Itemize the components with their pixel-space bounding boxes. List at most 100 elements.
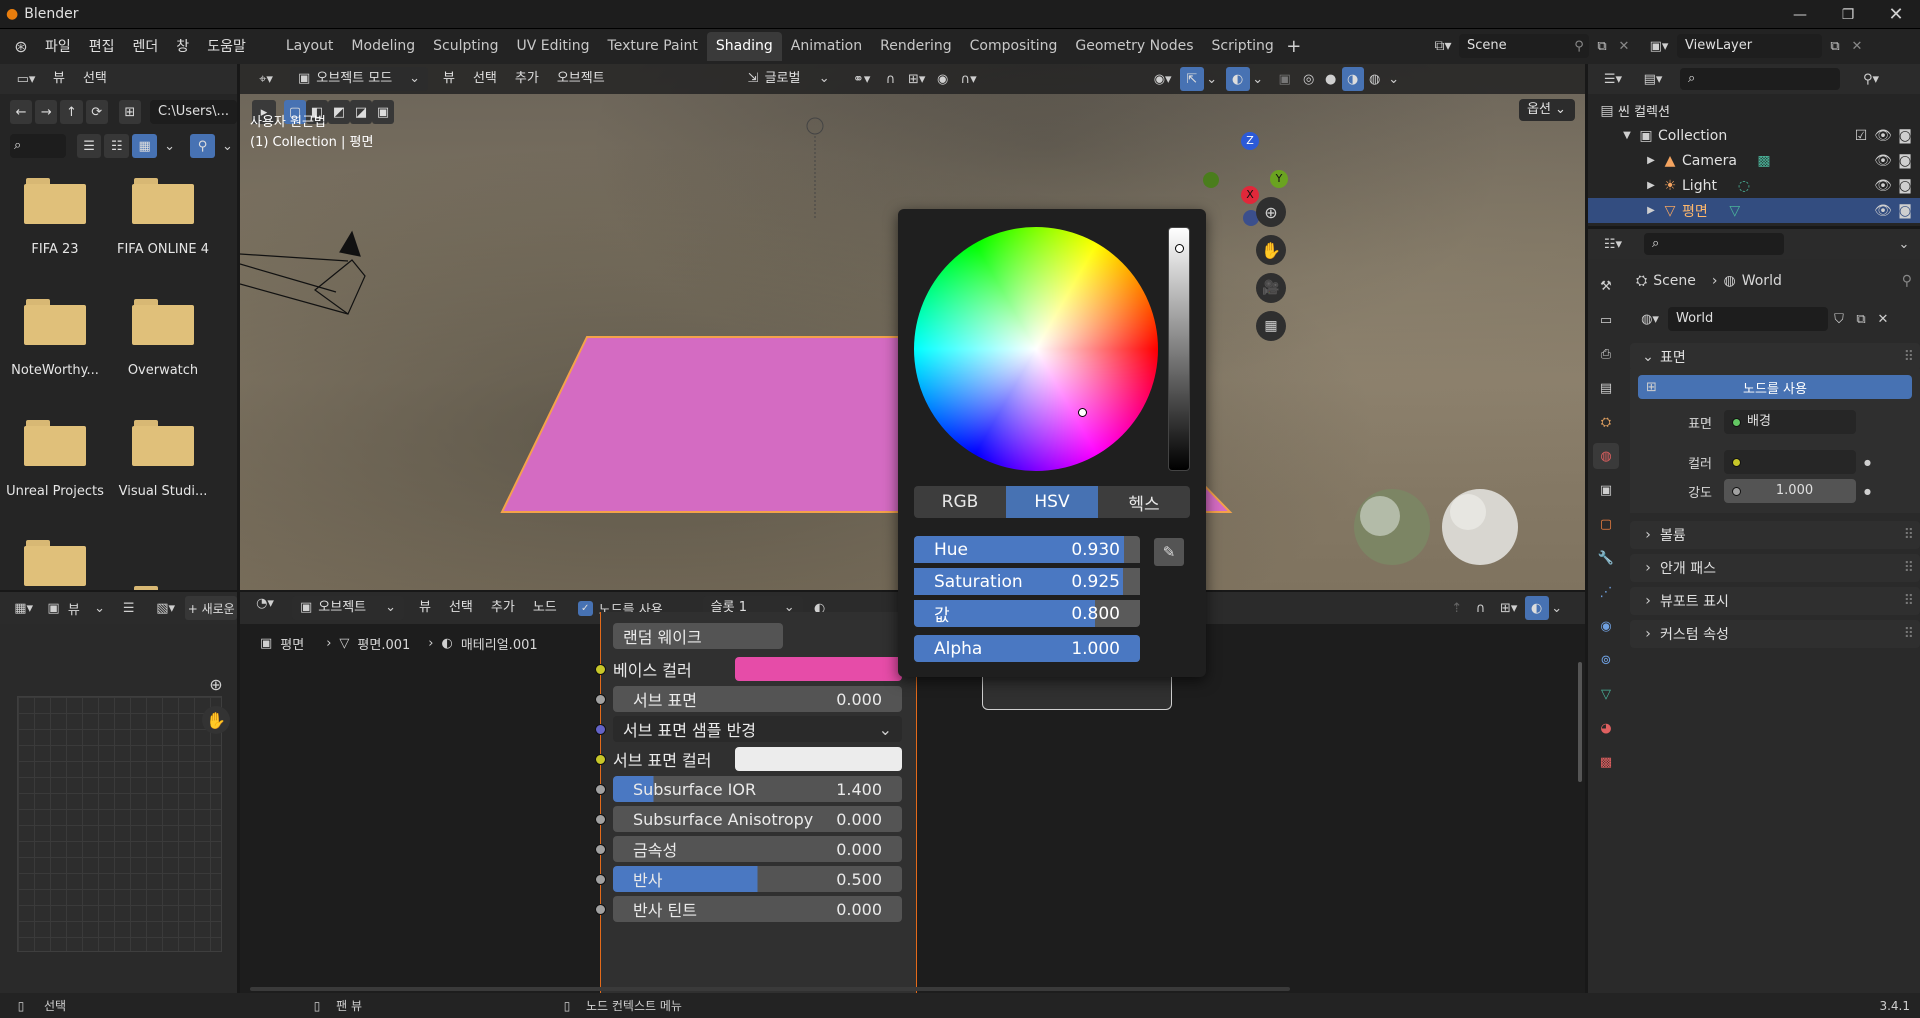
- color-wheel-cursor[interactable]: [1078, 408, 1087, 417]
- new-folder-icon[interactable]: ⊞: [118, 100, 141, 124]
- menu-item[interactable]: 창: [167, 34, 198, 60]
- expand-arrow-icon[interactable]: ▼: [1620, 130, 1634, 141]
- metallic-socket[interactable]: [595, 844, 606, 855]
- tab-workspace[interactable]: Modeling: [342, 32, 424, 61]
- base-color-swatch[interactable]: [735, 657, 902, 681]
- image-view-label[interactable]: 뷰: [68, 599, 80, 618]
- keyframe-dot-icon[interactable]: ●: [1864, 487, 1871, 496]
- expand-arrow-icon[interactable]: ▶: [1644, 180, 1658, 191]
- scene-copy-icon[interactable]: ⧉: [1589, 39, 1615, 54]
- properties-type-icon[interactable]: ☷▾: [1596, 237, 1630, 252]
- expand-arrow-icon[interactable]: ▶: [1644, 155, 1658, 166]
- restore-icon[interactable]: ❐: [1824, 0, 1872, 29]
- drag-handle-icon[interactable]: ⠿: [1904, 560, 1914, 576]
- use-nodes-button[interactable]: ⊞ 노드를 사용: [1638, 375, 1912, 399]
- z-axis-icon[interactable]: Z: [1241, 132, 1259, 150]
- menu-item[interactable]: 렌더: [124, 34, 168, 60]
- display-mode-icon[interactable]: ▤▾: [1636, 72, 1670, 87]
- back-icon[interactable]: ←: [10, 100, 33, 124]
- menu-item[interactable]: 파일: [36, 34, 80, 60]
- viewlayer-name-field[interactable]: ViewLayer: [1677, 34, 1822, 58]
- outliner-type-icon[interactable]: ☰▾: [1596, 72, 1630, 87]
- zoom-icon[interactable]: ⊕: [1256, 197, 1286, 227]
- subsurface-radius-dropdown[interactable]: 서브 표면 샘플 반경 ⌄: [613, 716, 902, 742]
- menu-icon[interactable]: ☰: [119, 601, 137, 616]
- properties-section-header[interactable]: › 볼륨 ⠿: [1630, 521, 1920, 549]
- outliner-item-light[interactable]: ▶ ☀ Light ◌ 👁 ◙: [1588, 173, 1920, 198]
- tab-workspace[interactable]: Layout: [277, 32, 343, 61]
- tab-workspace[interactable]: Animation: [782, 32, 871, 61]
- parent-node-icon[interactable]: ⇡: [1445, 601, 1469, 616]
- drag-handle-icon[interactable]: ⠿: [1904, 527, 1914, 543]
- editor-type-icon[interactable]: ▭▾: [8, 72, 44, 87]
- menu-item[interactable]: 도움말: [198, 34, 255, 60]
- folder-item[interactable]: Visual Studi...: [108, 410, 218, 520]
- node-overlay-options-icon[interactable]: ⌄: [1549, 601, 1565, 616]
- scene-delete-icon[interactable]: ✕: [1615, 39, 1633, 54]
- node-menu-item[interactable]: 선택: [440, 595, 482, 621]
- outliner-search-input[interactable]: ⌕: [1680, 68, 1840, 90]
- output-tab-icon[interactable]: ⎙: [1593, 341, 1619, 367]
- use-nodes-checkbox[interactable]: ✓: [577, 600, 593, 616]
- outliner-item-camera[interactable]: ▶ ▲ Camera ▩ 👁 ◙: [1588, 148, 1920, 173]
- subsurface-radius-socket[interactable]: [595, 724, 606, 735]
- node-menu-item[interactable]: 뷰: [410, 595, 440, 621]
- visibility-eye-icon[interactable]: 👁: [1872, 203, 1894, 219]
- list-horizontal-icon[interactable]: ☷: [104, 134, 130, 158]
- scene-tab-icon[interactable]: ⛭: [1593, 409, 1619, 435]
- visibility-eye-icon[interactable]: 👁: [1872, 178, 1894, 194]
- folder-item[interactable]: Overwatch: [108, 289, 218, 399]
- tab-workspace[interactable]: Geometry Nodes: [1066, 32, 1202, 61]
- blender-menu-icon[interactable]: ⊛: [6, 37, 36, 56]
- material-tab-icon[interactable]: ◕: [1593, 715, 1619, 741]
- outliner-filter-icon[interactable]: ⚲▾: [1854, 72, 1888, 87]
- specular-field[interactable]: 반사 0.500: [613, 866, 902, 892]
- drag-handle-icon[interactable]: ⠿: [1904, 593, 1914, 609]
- properties-section-header[interactable]: › 안개 패스 ⠿: [1630, 554, 1920, 582]
- tab-hex[interactable]: 헥스: [1098, 486, 1190, 518]
- object-tab-icon[interactable]: ▢: [1593, 511, 1619, 537]
- tab-workspace[interactable]: Scripting: [1202, 32, 1282, 61]
- value-slider[interactable]: [1168, 227, 1190, 471]
- minimize-icon[interactable]: —: [1776, 0, 1824, 29]
- refresh-icon[interactable]: ⟳: [85, 100, 108, 124]
- node-overlay-icon[interactable]: ◐: [1524, 596, 1549, 620]
- tool-tab-icon[interactable]: ⚒: [1593, 273, 1619, 299]
- collection-tab-icon[interactable]: ▣: [1593, 477, 1619, 503]
- texture-tab-icon[interactable]: ▩: [1593, 749, 1619, 775]
- tab-workspace[interactable]: Texture Paint: [599, 32, 707, 61]
- pan-hand-icon[interactable]: ✋: [202, 706, 230, 734]
- scene-collection-row[interactable]: ▤ 씬 컬렉션: [1588, 98, 1920, 123]
- value-slider-handle[interactable]: [1175, 244, 1184, 253]
- drag-handle-icon[interactable]: ⠿: [1904, 349, 1914, 365]
- color-wheel[interactable]: [914, 227, 1158, 471]
- render-tab-icon[interactable]: ▭: [1593, 307, 1619, 333]
- mesh-data-icon[interactable]: ▽: [1724, 203, 1746, 219]
- physics-tab-icon[interactable]: ◉: [1593, 613, 1619, 639]
- scene-selector-icon[interactable]: ⧉▾: [1427, 38, 1459, 54]
- snap-node-icon[interactable]: ∩: [1469, 601, 1493, 616]
- fb-menu-select[interactable]: 선택: [74, 66, 116, 92]
- subsurface-socket[interactable]: [595, 694, 606, 705]
- viewlayer-icon[interactable]: ▣▾: [1641, 39, 1677, 54]
- properties-options-icon[interactable]: ⌄: [1894, 237, 1914, 252]
- viewlayer-copy-icon[interactable]: ⧉: [1822, 39, 1848, 54]
- close-icon[interactable]: ✕: [1872, 0, 1920, 29]
- strength-field[interactable]: 1.000: [1724, 479, 1856, 503]
- node-menu-item[interactable]: 추가: [482, 595, 524, 621]
- subsurface-aniso-field[interactable]: Subsurface Anisotropy 0.000: [613, 806, 902, 832]
- fb-search-input[interactable]: ⌕: [10, 134, 66, 158]
- y-axis-icon[interactable]: Y: [1270, 170, 1288, 188]
- node-object-dropdown[interactable]: ▣ 오브젝트 ⌄: [292, 596, 404, 620]
- snap-node-options-icon[interactable]: ⊞▾: [1493, 601, 1525, 616]
- image-view-icon[interactable]: ▣: [45, 601, 62, 616]
- render-camera-icon[interactable]: ◙: [1894, 153, 1916, 169]
- tab-workspace[interactable]: UV Editing: [507, 32, 598, 61]
- tab-workspace[interactable]: Shading: [706, 32, 782, 61]
- saturation-field[interactable]: Saturation 0.925: [914, 568, 1140, 595]
- image-canvas[interactable]: [17, 696, 222, 952]
- expand-arrow-icon[interactable]: ▶: [1644, 205, 1658, 216]
- specular-tint-field[interactable]: 반사 틴트 0.000: [613, 896, 902, 922]
- collection-row[interactable]: ▼ ▣ Collection ☑ 👁 ◙: [1588, 123, 1920, 148]
- render-camera-icon[interactable]: ◙: [1894, 178, 1916, 194]
